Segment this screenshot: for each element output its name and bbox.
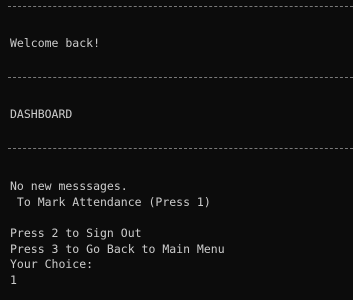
choice-input[interactable]: 1 xyxy=(10,273,17,289)
mark-attendance-option: To Mark Attendance (Press 1) xyxy=(10,195,211,209)
main-menu-option: Press 3 to Go Back to Main Menu xyxy=(10,242,225,256)
console-window[interactable]: Welcome back! DASHBOARD No new messsages… xyxy=(0,0,353,300)
no-messages-text: No new messsages. xyxy=(10,179,128,193)
separator-line xyxy=(8,77,353,78)
choice-prompt: Your Choice: xyxy=(10,257,94,271)
welcome-message: Welcome back! xyxy=(10,36,101,50)
separator-line xyxy=(8,148,353,149)
sign-out-option: Press 2 to Sign Out xyxy=(10,226,142,240)
separator-line-top xyxy=(8,6,353,7)
dashboard-title: DASHBOARD xyxy=(10,107,73,121)
